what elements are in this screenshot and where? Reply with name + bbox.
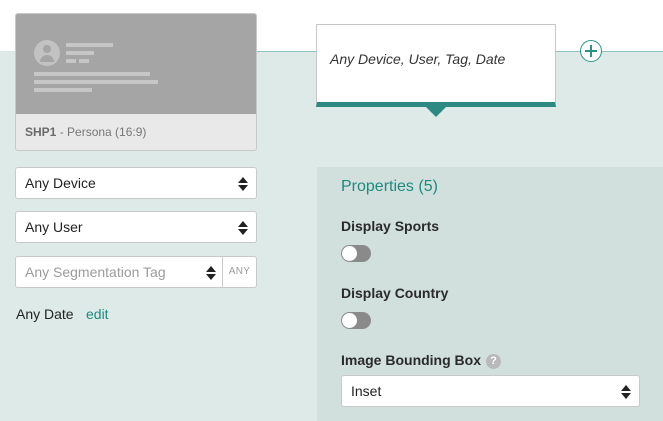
placeholder-line [34,80,158,84]
display-country-label: Display Country [341,285,449,301]
placeholder-line [66,51,94,55]
segmentation-tag-placeholder: Any Segmentation Tag [25,264,166,280]
targeting-summary-text: Any Device, User, Tag, Date [330,51,506,67]
image-bounding-box-label-text: Image Bounding Box [341,352,481,368]
toggle-knob [342,246,357,261]
bounding-box-select[interactable]: Inset [341,375,640,407]
image-bounding-box-label: Image Bounding Box? [341,352,501,369]
help-icon[interactable]: ? [486,354,501,369]
device-select[interactable]: Any Device [15,167,257,199]
placeholder-line [66,43,113,47]
placeholder-line [34,88,92,92]
select-arrows-icon [238,221,248,235]
placeholder-line [34,72,150,76]
select-arrows-icon [206,266,216,280]
display-sports-label: Display Sports [341,218,440,234]
card-caption-text: - Persona (16:9) [56,125,147,139]
connector-line-right [556,51,580,52]
segmentation-tag-select[interactable]: Any Segmentation Tag [15,256,223,288]
placeholder-line [79,59,89,63]
user-select[interactable]: Any User [15,211,257,243]
tooltip-pointer [426,107,446,117]
user-select-value: Any User [25,219,83,235]
persona-card[interactable]: SHP1 - Persona (16:9) [15,13,257,151]
connector-line-left [257,51,317,52]
select-arrows-icon [238,177,248,191]
properties-title: Properties (5) [341,178,438,195]
card-caption: SHP1 - Persona (16:9) [25,125,146,139]
avatar-placeholder-icon [34,40,60,66]
card-id: SHP1 [25,125,57,139]
device-select-value: Any Device [25,175,96,191]
any-match-button[interactable]: ANY [222,256,257,288]
placeholder-line [66,59,76,63]
display-country-toggle[interactable] [341,312,371,329]
toggle-knob [342,313,357,328]
display-sports-toggle[interactable] [341,245,371,262]
select-arrows-icon [621,385,631,399]
date-label: Any Date [16,306,74,322]
card-thumbnail [16,14,256,114]
bounding-box-select-value: Inset [351,383,382,399]
properties-panel: Properties (5) Display Sports Display Co… [317,167,663,421]
add-plus-icon[interactable] [580,40,602,62]
connector-line-far-right [602,51,663,52]
edit-date-link[interactable]: edit [86,306,109,322]
targeting-summary-tooltip: Any Device, User, Tag, Date [316,24,556,107]
